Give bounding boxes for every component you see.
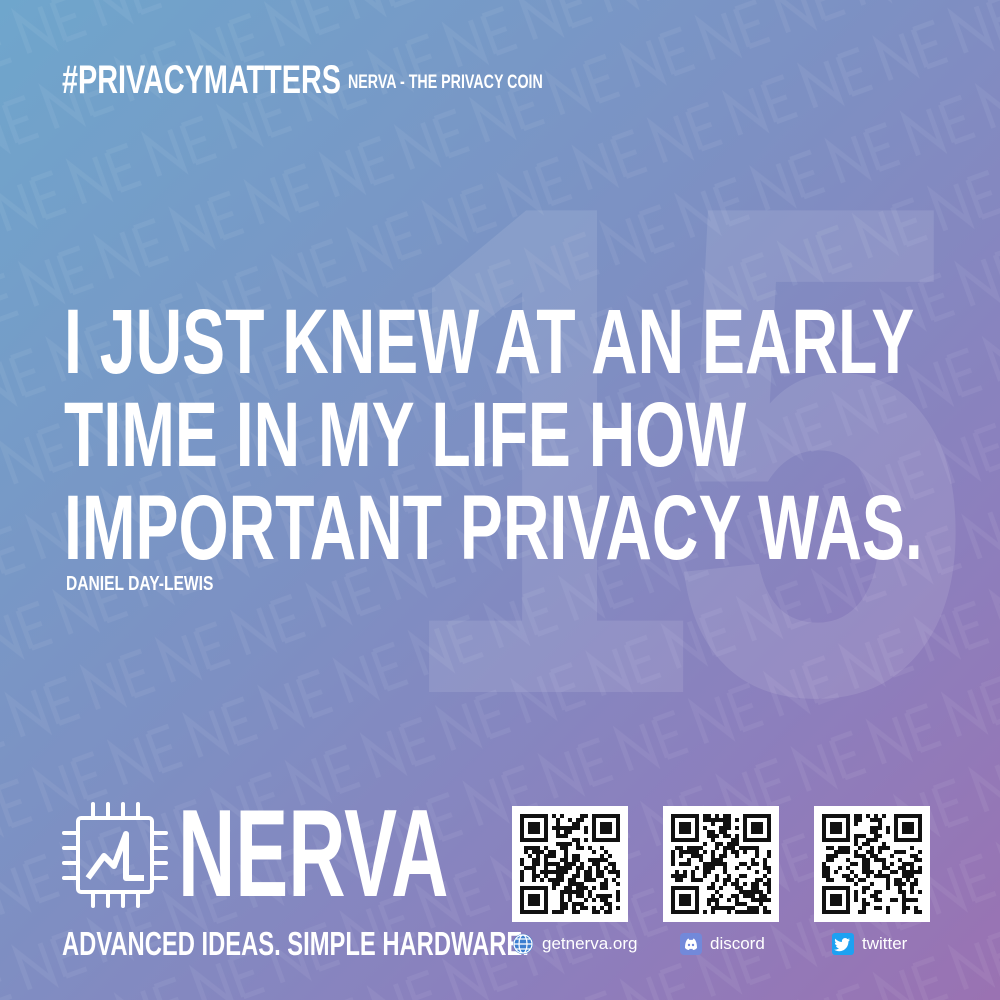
quote-line: IMPORTANT PRIVACY WAS. xyxy=(64,477,923,579)
discord-link-label: discord xyxy=(710,934,765,953)
website-link[interactable]: getnerva.org xyxy=(512,933,637,955)
quote-line: I JUST KNEW AT AN EARLY xyxy=(64,291,915,393)
brand-slogan: ADVANCED IDEAS. SIMPLE HARDWARE. xyxy=(62,925,529,962)
quote-author: DANIEL DAY-LEWIS xyxy=(66,573,214,595)
discord-icon xyxy=(680,933,702,955)
website-link-label: getnerva.org xyxy=(542,934,638,953)
discord-link[interactable]: discord xyxy=(680,933,765,955)
quote-line: TIME IN MY LIFE HOW xyxy=(64,384,747,486)
twitter-link-label: twitter xyxy=(862,934,908,953)
quote-block: I JUST KNEW AT AN EARLY TIME IN MY LIFE … xyxy=(64,296,1000,575)
qr-code-website[interactable] xyxy=(512,806,628,922)
twitter-link[interactable]: twitter xyxy=(832,933,907,955)
twitter-icon xyxy=(832,933,854,955)
chip-logo-icon xyxy=(62,802,168,908)
qr-code-icon xyxy=(520,814,620,914)
qr-code-twitter[interactable] xyxy=(814,806,930,922)
poster: 15 #PRIVACYMATTERS NERVA - THE PRIVACY C… xyxy=(0,0,1000,1000)
qr-code-icon xyxy=(822,814,922,914)
brand-name: NERVA xyxy=(178,785,449,923)
header-subtitle: NERVA - THE PRIVACY COIN xyxy=(348,72,543,93)
qr-code-icon xyxy=(671,814,771,914)
hashtag-title: #PRIVACYMATTERS xyxy=(62,58,341,102)
globe-icon xyxy=(513,934,533,954)
qr-code-discord[interactable] xyxy=(663,806,779,922)
